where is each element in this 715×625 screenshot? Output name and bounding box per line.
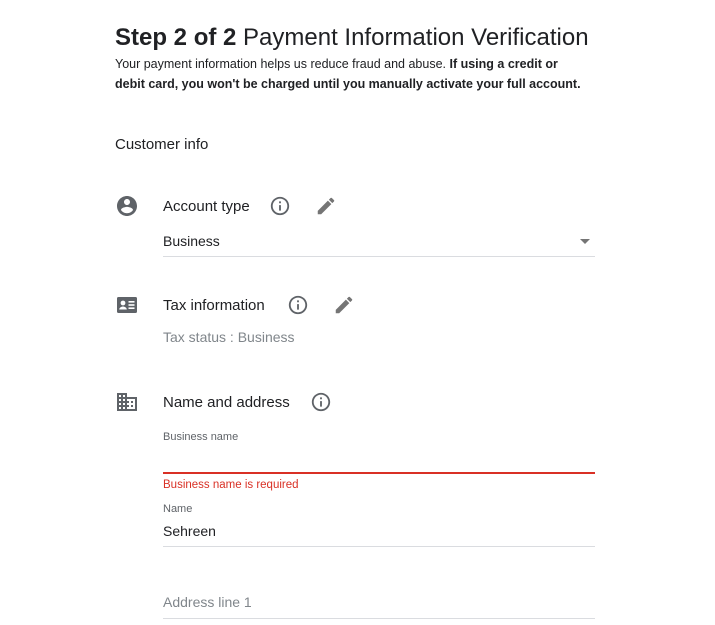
account-type-edit-icon[interactable] bbox=[315, 195, 337, 217]
address-line-1-input[interactable] bbox=[163, 593, 595, 611]
tax-status-text: Tax status : Business bbox=[163, 328, 295, 346]
address-line-1-field bbox=[163, 590, 595, 620]
intro-normal-text: Your payment information helps us reduce… bbox=[115, 57, 450, 71]
account-type-selected-value: Business bbox=[163, 233, 220, 249]
account-circle-icon bbox=[115, 194, 139, 218]
intro-text: Your payment information helps us reduce… bbox=[115, 54, 585, 94]
business-name-field: Business name Business name is required bbox=[163, 430, 595, 492]
business-name-label: Business name bbox=[163, 431, 239, 443]
business-name-error: Business name is required bbox=[163, 479, 299, 491]
step-indicator: Step 2 of 2 bbox=[115, 24, 237, 51]
address-line-1-underline bbox=[163, 618, 595, 619]
page-title-text: Payment Information Verification bbox=[243, 24, 589, 51]
name-field: Name bbox=[163, 502, 595, 548]
page-title: Step 2 of 2 Payment Information Verifica… bbox=[115, 22, 589, 54]
tax-information-info-icon[interactable] bbox=[287, 294, 309, 316]
section-title-customer-info: Customer info bbox=[115, 136, 209, 153]
business-name-underline bbox=[163, 472, 595, 474]
tax-status-label: Tax status bbox=[163, 329, 227, 345]
name-label: Name bbox=[163, 503, 193, 515]
name-underline bbox=[163, 546, 595, 547]
tax-status-separator: : bbox=[226, 329, 238, 345]
id-card-icon bbox=[115, 293, 139, 317]
account-type-info-icon[interactable] bbox=[269, 195, 291, 217]
dropdown-arrow-icon bbox=[580, 239, 590, 244]
business-name-input[interactable] bbox=[163, 452, 595, 470]
account-type-select[interactable]: Business bbox=[163, 228, 595, 257]
name-input[interactable] bbox=[163, 522, 595, 540]
tax-information-label: Tax information bbox=[163, 297, 265, 314]
building-icon bbox=[115, 390, 139, 414]
tax-status-value: Business bbox=[237, 329, 295, 345]
name-and-address-label: Name and address bbox=[163, 394, 290, 411]
tax-information-edit-icon[interactable] bbox=[333, 294, 355, 316]
name-and-address-info-icon[interactable] bbox=[310, 391, 332, 413]
account-type-label: Account type bbox=[163, 198, 250, 215]
